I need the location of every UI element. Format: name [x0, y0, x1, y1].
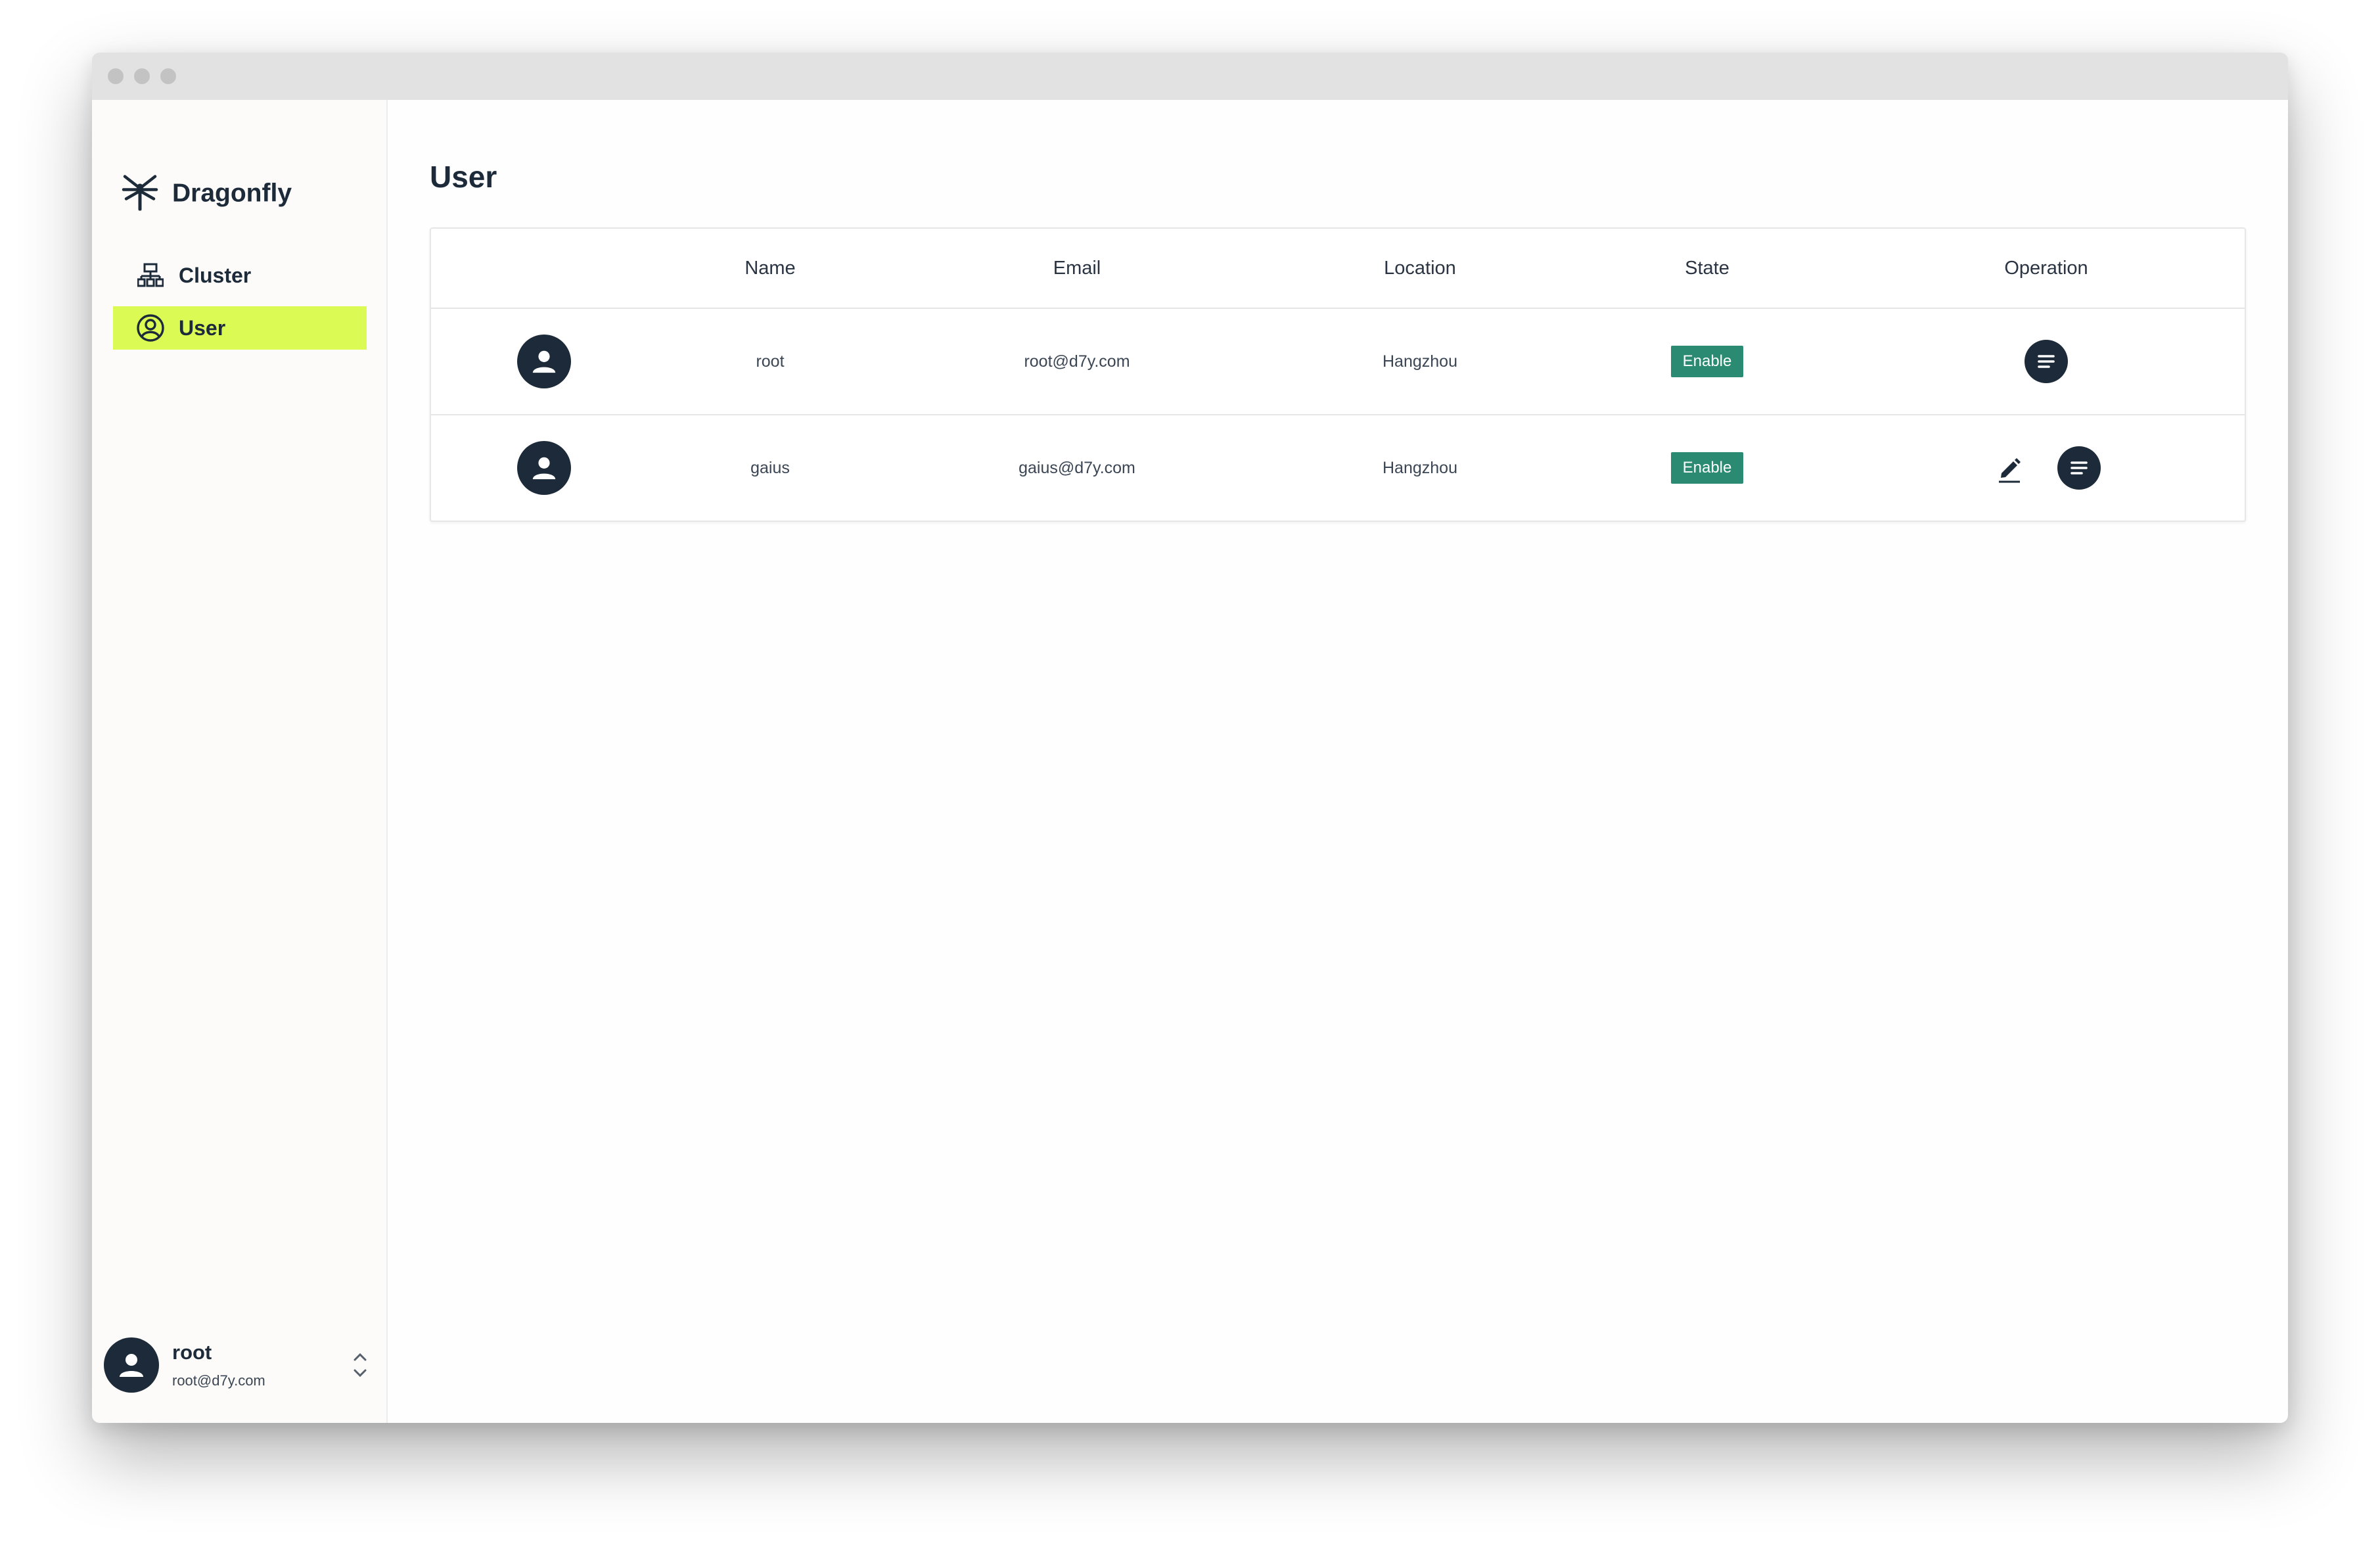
user-circle-icon [135, 313, 166, 343]
dragonfly-logo-icon [121, 173, 159, 214]
table-header: Name Email Location State Operation [431, 229, 2245, 309]
person-icon [532, 457, 556, 480]
column-header-name: Name [744, 257, 796, 279]
page-title: User [430, 160, 497, 194]
list-icon [2038, 355, 2055, 368]
main-content: User Name Email Location State Operation [389, 100, 2288, 1423]
browser-window: Dragonfly Cluster User root root@d7y.com… [92, 53, 2288, 1423]
status-badge: Enable [1670, 346, 1744, 377]
account-info: root root@d7y.com [172, 1341, 347, 1389]
pencil-icon [1999, 458, 2021, 483]
unfold-chevron-icon[interactable] [347, 1345, 373, 1385]
brand[interactable]: Dragonfly [121, 173, 292, 214]
avatar [517, 335, 571, 388]
column-header-location: Location [1384, 257, 1456, 279]
detail-button[interactable] [2057, 446, 2101, 490]
brand-title: Dragonfly [172, 179, 292, 207]
account-name: root [172, 1341, 212, 1364]
column-header-state: State [1685, 257, 1729, 279]
edit-button[interactable] [1992, 450, 2027, 486]
column-header-operation: Operation [2004, 257, 2088, 279]
sidebar-item-cluster[interactable]: Cluster [113, 254, 367, 297]
avatar [104, 1337, 159, 1393]
column-header-email: Email [1053, 257, 1101, 279]
sidebar-item-label: User [179, 315, 226, 340]
user-email: root@d7y.com [1024, 352, 1130, 371]
person-icon [532, 350, 556, 373]
user-name: gaius [750, 458, 790, 477]
user-name: root [756, 352, 785, 371]
table-row: gaius gaius@d7y.com Hangzhou Enable [431, 415, 2245, 521]
user-location: Hangzhou [1383, 458, 1457, 477]
window-maximize-dot[interactable] [160, 68, 176, 84]
user-table: Name Email Location State Operation root [430, 227, 2246, 522]
list-icon [2071, 461, 2088, 475]
sidebar-item-label: Cluster [179, 263, 252, 287]
user-email: gaius@d7y.com [1018, 458, 1135, 477]
sidebar-item-user[interactable]: User [113, 306, 367, 350]
avatar [517, 441, 571, 495]
cluster-icon [135, 260, 166, 290]
account-menu[interactable]: root root@d7y.com [104, 1335, 373, 1395]
window-titlebar [92, 53, 2288, 100]
status-badge: Enable [1670, 452, 1744, 484]
table-row: root root@d7y.com Hangzhou Enable [431, 309, 2245, 415]
person-icon [120, 1354, 143, 1377]
sidebar: Dragonfly Cluster User root root@d7y.com [92, 100, 388, 1423]
window-close-dot[interactable] [108, 68, 124, 84]
account-email: root@d7y.com [172, 1372, 265, 1389]
user-location: Hangzhou [1383, 352, 1457, 371]
detail-button[interactable] [2025, 340, 2068, 383]
window-minimize-dot[interactable] [134, 68, 150, 84]
